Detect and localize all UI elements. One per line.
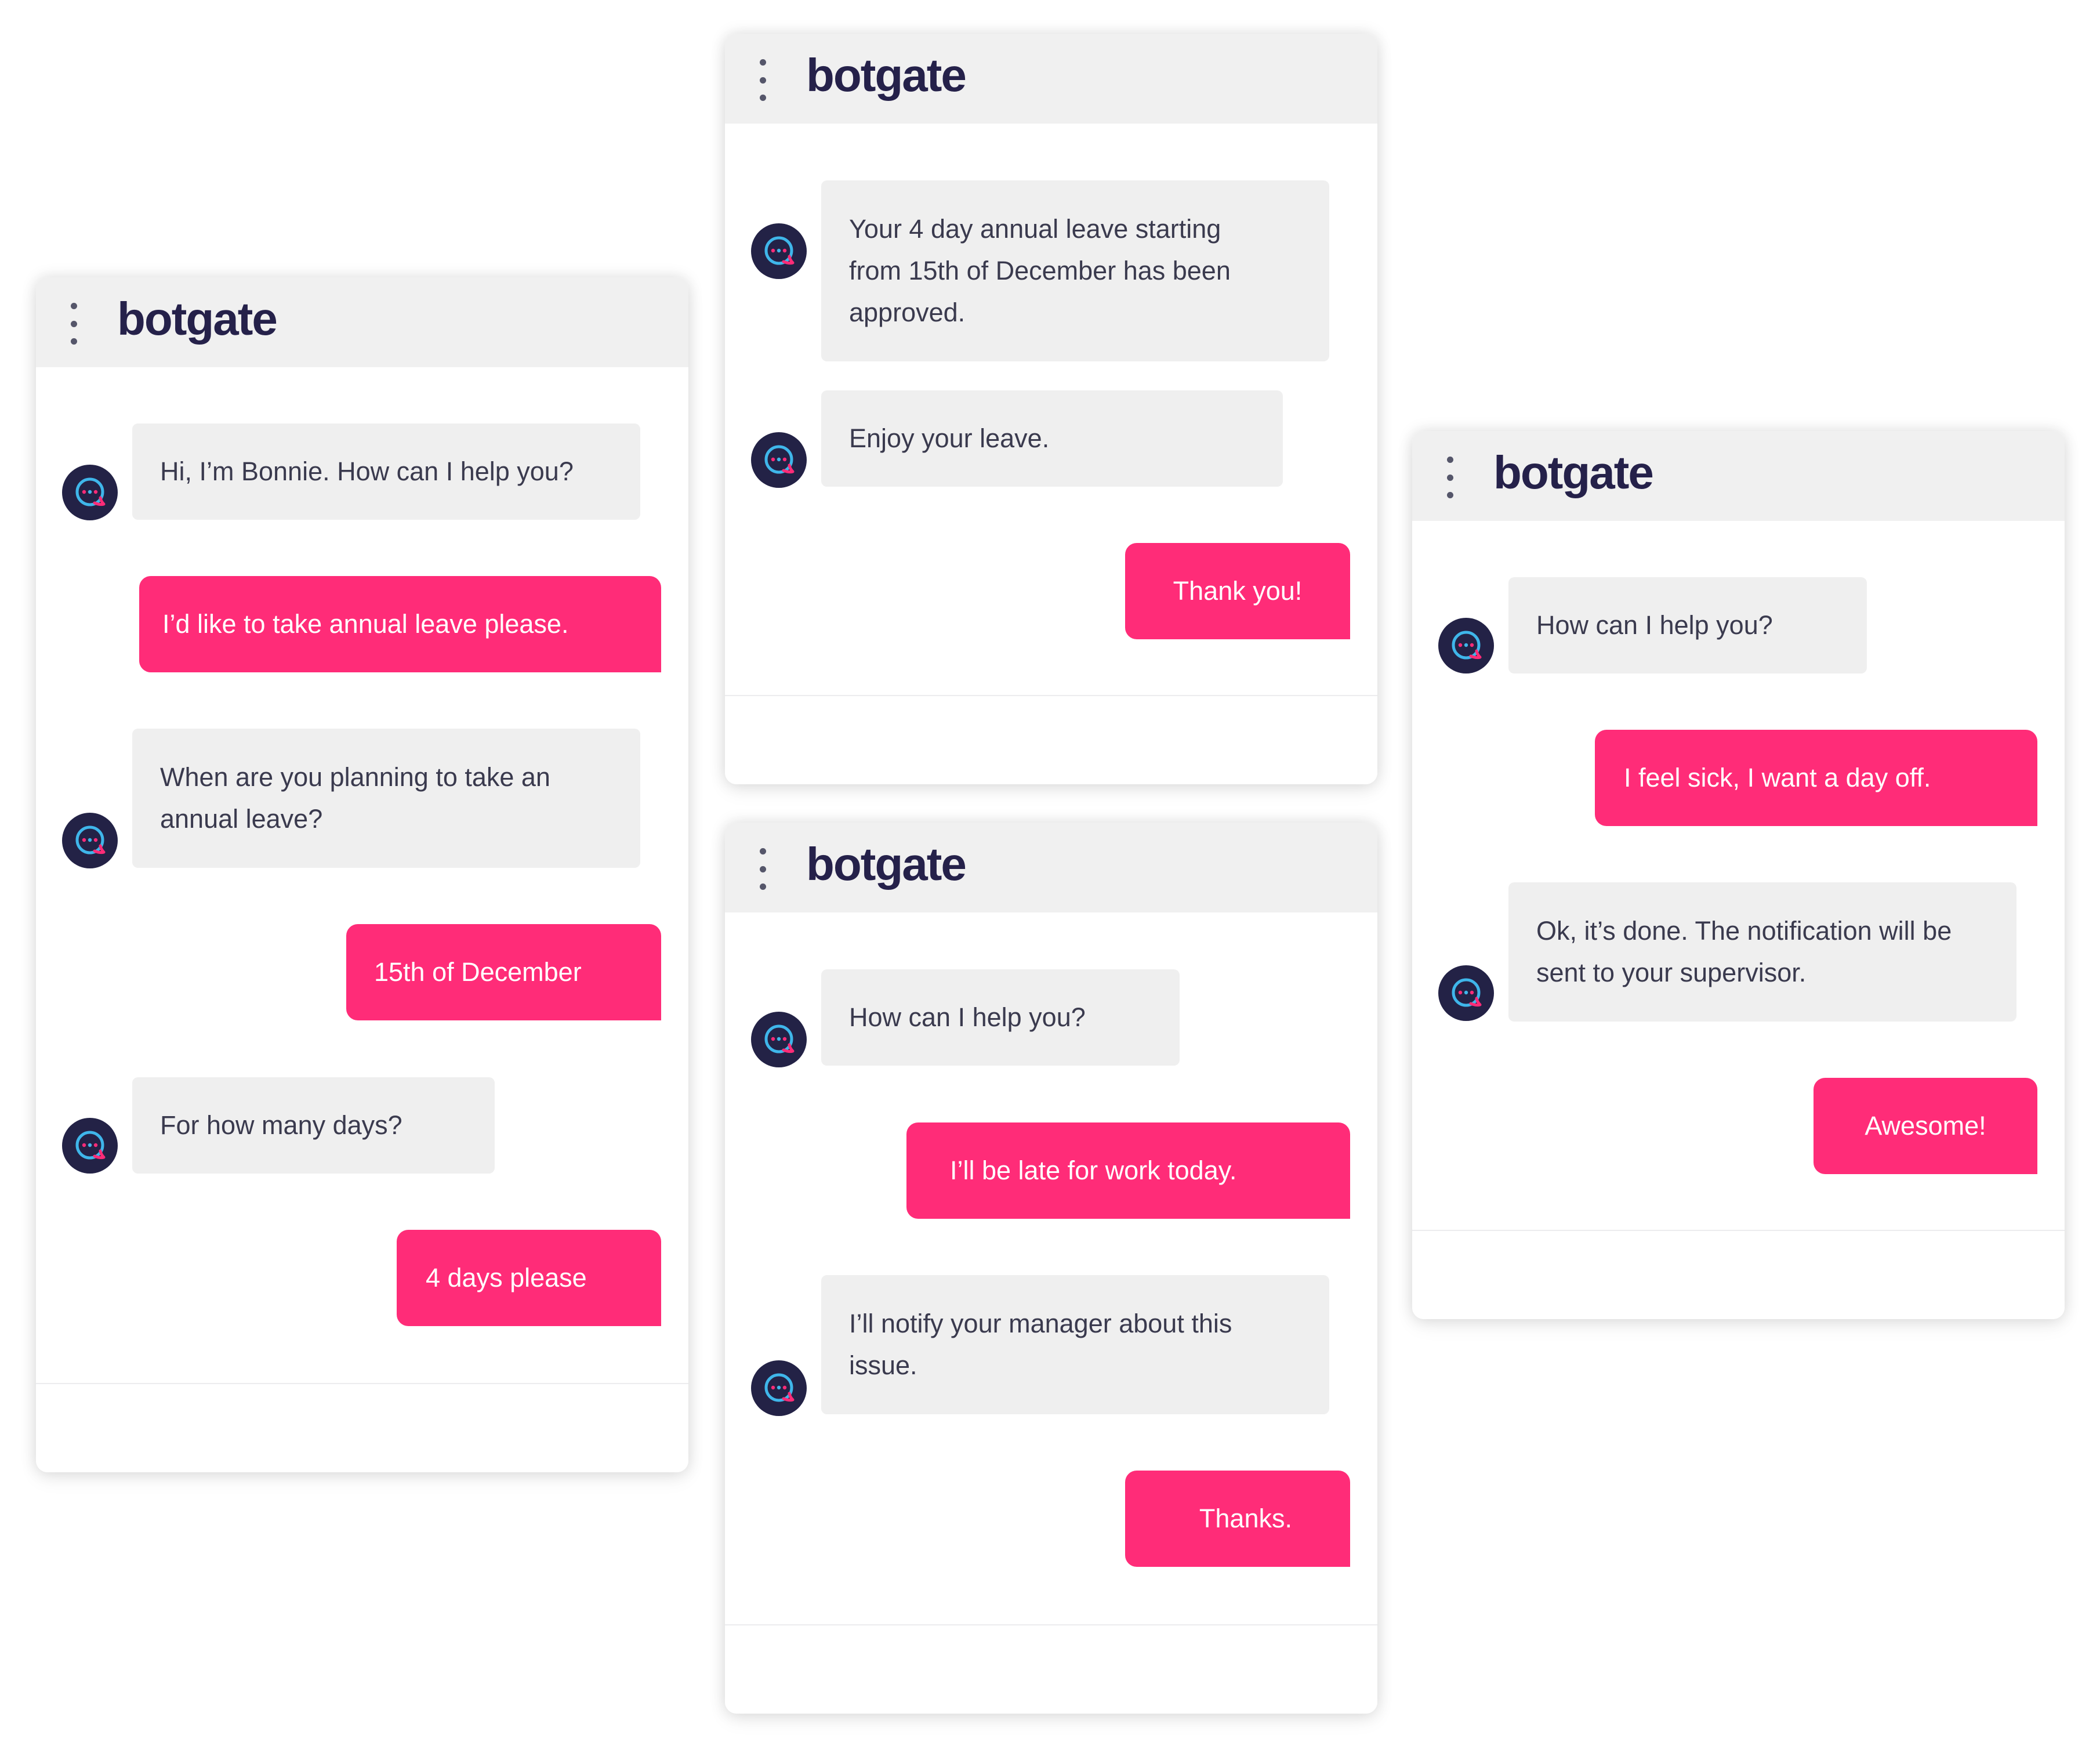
bot-message: Your 4 day annual leave starting from 15… xyxy=(821,180,1329,361)
message-input-area[interactable] xyxy=(36,1383,688,1472)
bot-avatar-icon xyxy=(62,465,118,520)
bot-avatar-icon xyxy=(1438,965,1494,1021)
kebab-menu-icon[interactable] xyxy=(753,59,772,101)
message-input-area[interactable] xyxy=(1412,1230,2065,1319)
bot-message: Enjoy your leave. xyxy=(821,390,1283,487)
user-message: I’ll be late for work today. xyxy=(906,1122,1350,1219)
bot-message: I’ll notify your manager about this issu… xyxy=(821,1275,1329,1414)
bot-message: When are you planning to take an annual … xyxy=(132,729,640,868)
bot-message: For how many days? xyxy=(132,1077,495,1174)
chat-header: botgate xyxy=(1412,431,2065,521)
chat-header: botgate xyxy=(725,823,1377,912)
user-message: Thank you! xyxy=(1125,543,1350,639)
bot-message: Hi, I’m Bonnie. How can I help you? xyxy=(132,423,640,520)
user-message: Thanks. xyxy=(1125,1471,1350,1567)
bot-avatar-icon xyxy=(751,1360,807,1416)
bot-avatar-icon xyxy=(62,1118,118,1174)
chat-window-annual-leave: botgate Hi, I’m Bonnie. How can I help y… xyxy=(36,277,688,1472)
bot-avatar-icon xyxy=(751,1012,807,1067)
kebab-menu-icon[interactable] xyxy=(64,303,84,345)
user-message: I feel sick, I want a day off. xyxy=(1595,730,2037,826)
botgate-logo: botgate xyxy=(806,838,967,890)
kebab-menu-icon[interactable] xyxy=(1440,457,1460,498)
botgate-logo: botgate xyxy=(1493,447,1654,498)
message-input-area[interactable] xyxy=(725,695,1377,784)
kebab-menu-icon[interactable] xyxy=(753,848,772,890)
user-message: I’d like to take annual leave please. xyxy=(139,576,661,672)
message-input-area[interactable] xyxy=(725,1624,1377,1714)
chat-window-leave-approved: botgate Your 4 day annual leave starting… xyxy=(725,34,1377,784)
bot-avatar-icon xyxy=(62,813,118,868)
botgate-logo: botgate xyxy=(806,49,967,101)
bot-message: Ok, it’s done. The notification will be … xyxy=(1508,882,2016,1022)
chat-window-late-for-work: botgate How can I help you? I’ll be late… xyxy=(725,823,1377,1714)
chat-header: botgate xyxy=(36,277,688,367)
chat-header: botgate xyxy=(725,34,1377,124)
bot-message: How can I help you? xyxy=(1508,577,1867,673)
bot-avatar-icon xyxy=(1438,618,1494,673)
bot-avatar-icon xyxy=(751,223,807,279)
chat-window-sick-day: botgate How can I help you? I feel sick,… xyxy=(1412,431,2065,1319)
user-message: Awesome! xyxy=(1814,1078,2037,1174)
user-message: 4 days please xyxy=(397,1230,661,1326)
botgate-logo: botgate xyxy=(117,293,278,345)
bot-message: How can I help you? xyxy=(821,969,1180,1066)
user-message: 15th of December xyxy=(346,924,661,1020)
bot-avatar-icon xyxy=(751,432,807,488)
